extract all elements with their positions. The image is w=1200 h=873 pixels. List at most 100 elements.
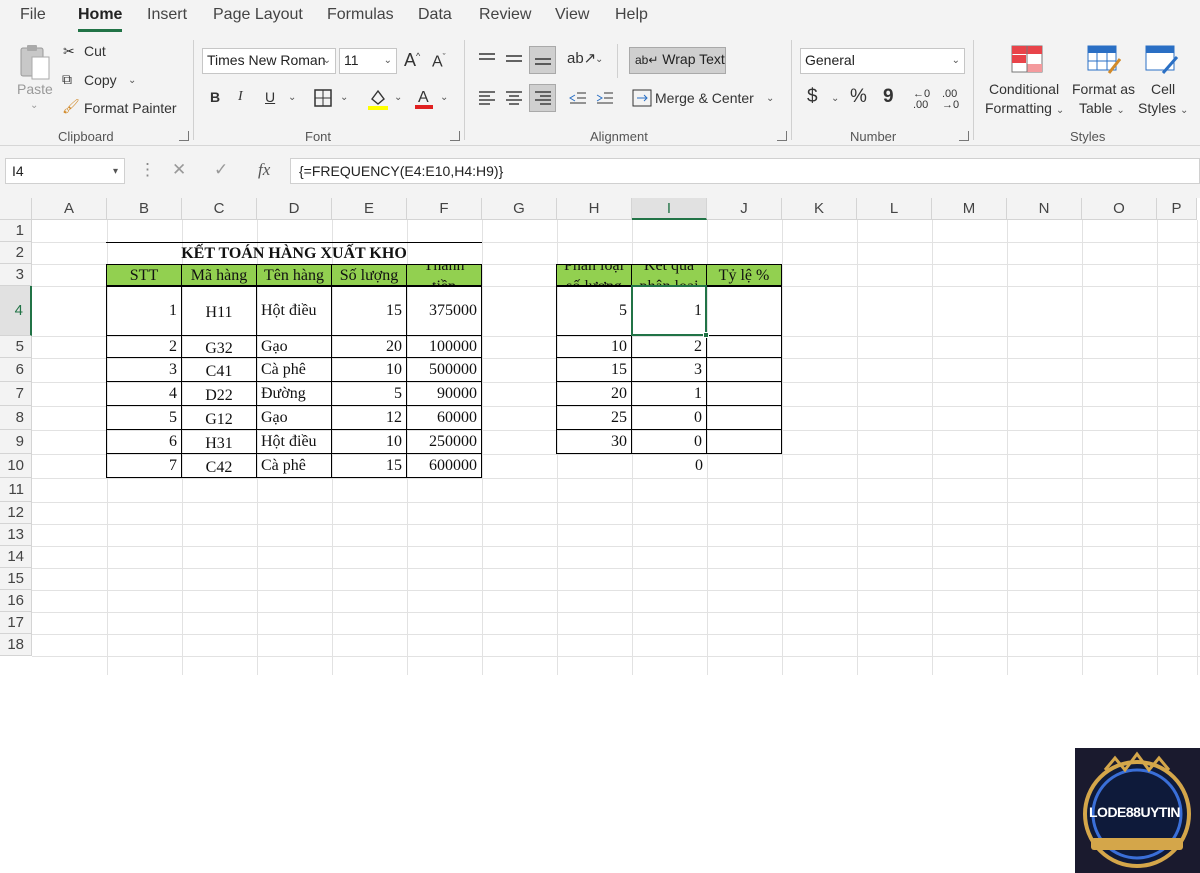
align-middle-icon[interactable] (503, 48, 525, 70)
table-cell[interactable]: G32 (181, 335, 257, 358)
ratio-cell[interactable] (706, 405, 782, 430)
menu-formulas[interactable]: Formulas (327, 6, 394, 24)
menu-view[interactable]: View (555, 6, 589, 24)
shrink-font-icon[interactable]: Aˇ (432, 52, 446, 71)
table-cell[interactable]: 250000 (406, 429, 482, 454)
decrease-indent-icon[interactable] (567, 87, 589, 109)
row-header-13[interactable]: 13 (0, 524, 32, 546)
table-cell[interactable]: H11 (181, 285, 257, 336)
table-cell[interactable]: 10 (331, 429, 407, 454)
column-header-a[interactable]: A (32, 198, 107, 220)
bin-cell[interactable]: 30 (556, 429, 632, 454)
menu-review[interactable]: Review (479, 6, 531, 24)
dialog-launcher-icon[interactable] (777, 131, 787, 141)
table-cell[interactable]: 100000 (406, 335, 482, 358)
column-header-f[interactable]: F (407, 198, 482, 220)
format-as-table-icon[interactable] (1086, 44, 1122, 76)
chevron-down-icon[interactable]: ⌄ (340, 92, 348, 103)
table-cell[interactable]: 15 (331, 453, 407, 478)
column-header-p[interactable]: P (1157, 198, 1197, 220)
fill-handle[interactable] (703, 332, 709, 338)
row-header-10[interactable]: 10 (0, 454, 32, 478)
format-as-table-label[interactable]: Table ⌄ (1079, 100, 1125, 116)
currency-button[interactable]: $ (807, 86, 818, 108)
column-header-g[interactable]: G (482, 198, 557, 220)
align-bottom-icon[interactable] (529, 46, 556, 74)
menu-page-layout[interactable]: Page Layout (213, 6, 303, 24)
italic-button[interactable]: I (238, 89, 243, 105)
menu-home[interactable]: Home (78, 6, 122, 24)
align-left-icon[interactable] (476, 87, 498, 109)
table-cell[interactable]: Gạo (256, 405, 332, 430)
paste-button[interactable]: Paste (17, 81, 53, 97)
table-cell[interactable]: 5 (106, 405, 182, 430)
row-header-12[interactable]: 12 (0, 502, 32, 524)
table-cell[interactable]: 10 (331, 357, 407, 382)
table-cell[interactable]: Hột điều (256, 429, 332, 454)
bin-cell[interactable]: 20 (556, 381, 632, 406)
chevron-down-icon[interactable]: ⌄ (128, 75, 136, 86)
align-top-icon[interactable] (476, 48, 498, 70)
table-cell[interactable]: H31 (181, 429, 257, 454)
table-cell[interactable]: 90000 (406, 381, 482, 406)
enter-check-icon[interactable]: ✓ (214, 160, 228, 180)
cell-styles-icon[interactable] (1144, 44, 1180, 76)
table-cell[interactable]: 500000 (406, 357, 482, 382)
underline-button[interactable]: U (265, 89, 275, 105)
ratio-cell[interactable] (706, 285, 782, 336)
row-header-14[interactable]: 14 (0, 546, 32, 568)
frequency-cell[interactable]: 0 (631, 429, 707, 454)
row-header-15[interactable]: 15 (0, 568, 32, 590)
row-header-3[interactable]: 3 (0, 264, 32, 286)
frequency-cell[interactable]: 2 (631, 335, 707, 358)
chevron-down-icon[interactable]: ⌄ (595, 54, 603, 65)
insert-function-icon[interactable]: fx (258, 160, 270, 180)
cut-button[interactable]: Cut (84, 43, 106, 59)
row-header-6[interactable]: 6 (0, 358, 32, 382)
chevron-down-icon[interactable]: ⌄ (440, 92, 448, 103)
bin-cell[interactable]: 10 (556, 335, 632, 358)
column-header-o[interactable]: O (1082, 198, 1157, 220)
chevron-down-icon[interactable]: ⌄ (766, 93, 774, 104)
chevron-down-icon[interactable]: ⌄ (831, 93, 839, 104)
frequency-overflow-cell[interactable]: 0 (632, 454, 707, 478)
table-cell[interactable]: 4 (106, 381, 182, 406)
align-center-icon[interactable] (503, 87, 525, 109)
table-cell[interactable]: 6 (106, 429, 182, 454)
worksheet-grid[interactable]: ABCDEFGHIJKLMNOP 1 2 3 4 5 6 7 8 9 10 11 12 13 14 15 16… (0, 198, 1200, 873)
dialog-launcher-icon[interactable] (179, 131, 189, 141)
ratio-cell[interactable] (706, 357, 782, 382)
table-cell[interactable]: 5 (331, 381, 407, 406)
column-header-b[interactable]: B (107, 198, 182, 220)
increase-decimal-icon[interactable]: ←0.00 (913, 89, 930, 111)
frequency-cell[interactable]: 1 (631, 285, 707, 336)
row-header-1[interactable]: 1 (0, 220, 32, 242)
ratio-cell[interactable] (706, 429, 782, 454)
row-header-5[interactable]: 5 (0, 336, 32, 358)
dialog-launcher-icon[interactable] (450, 131, 460, 141)
column-header-k[interactable]: K (782, 198, 857, 220)
table-cell[interactable]: C42 (181, 453, 257, 478)
table-cell[interactable]: Đường (256, 381, 332, 406)
format-as-table-button[interactable]: Format as (1072, 81, 1135, 97)
row-header-4[interactable]: 4 (0, 286, 32, 336)
row-header-17[interactable]: 17 (0, 612, 32, 634)
table-cell[interactable]: Cà phê (256, 357, 332, 382)
row-header-9[interactable]: 9 (0, 430, 32, 454)
borders-icon[interactable] (313, 88, 333, 108)
menu-insert[interactable]: Insert (147, 6, 187, 24)
font-size-select[interactable]: 11 ⌄ (339, 48, 397, 74)
increase-indent-icon[interactable] (594, 87, 616, 109)
comma-style-button[interactable]: 9 (883, 86, 894, 108)
frequency-cell[interactable]: 3 (631, 357, 707, 382)
fill-color-icon[interactable] (367, 87, 389, 111)
name-box[interactable]: I4 ▾ (5, 158, 125, 184)
column-header-c[interactable]: C (182, 198, 257, 220)
column-header-j[interactable]: J (707, 198, 782, 220)
ratio-cell[interactable] (706, 335, 782, 358)
menu-file[interactable]: File (20, 6, 46, 24)
row-header-8[interactable]: 8 (0, 406, 32, 430)
format-painter-button[interactable]: Format Painter (84, 100, 177, 116)
conditional-formatting-icon[interactable] (1010, 44, 1044, 74)
table-cell[interactable]: D22 (181, 381, 257, 406)
